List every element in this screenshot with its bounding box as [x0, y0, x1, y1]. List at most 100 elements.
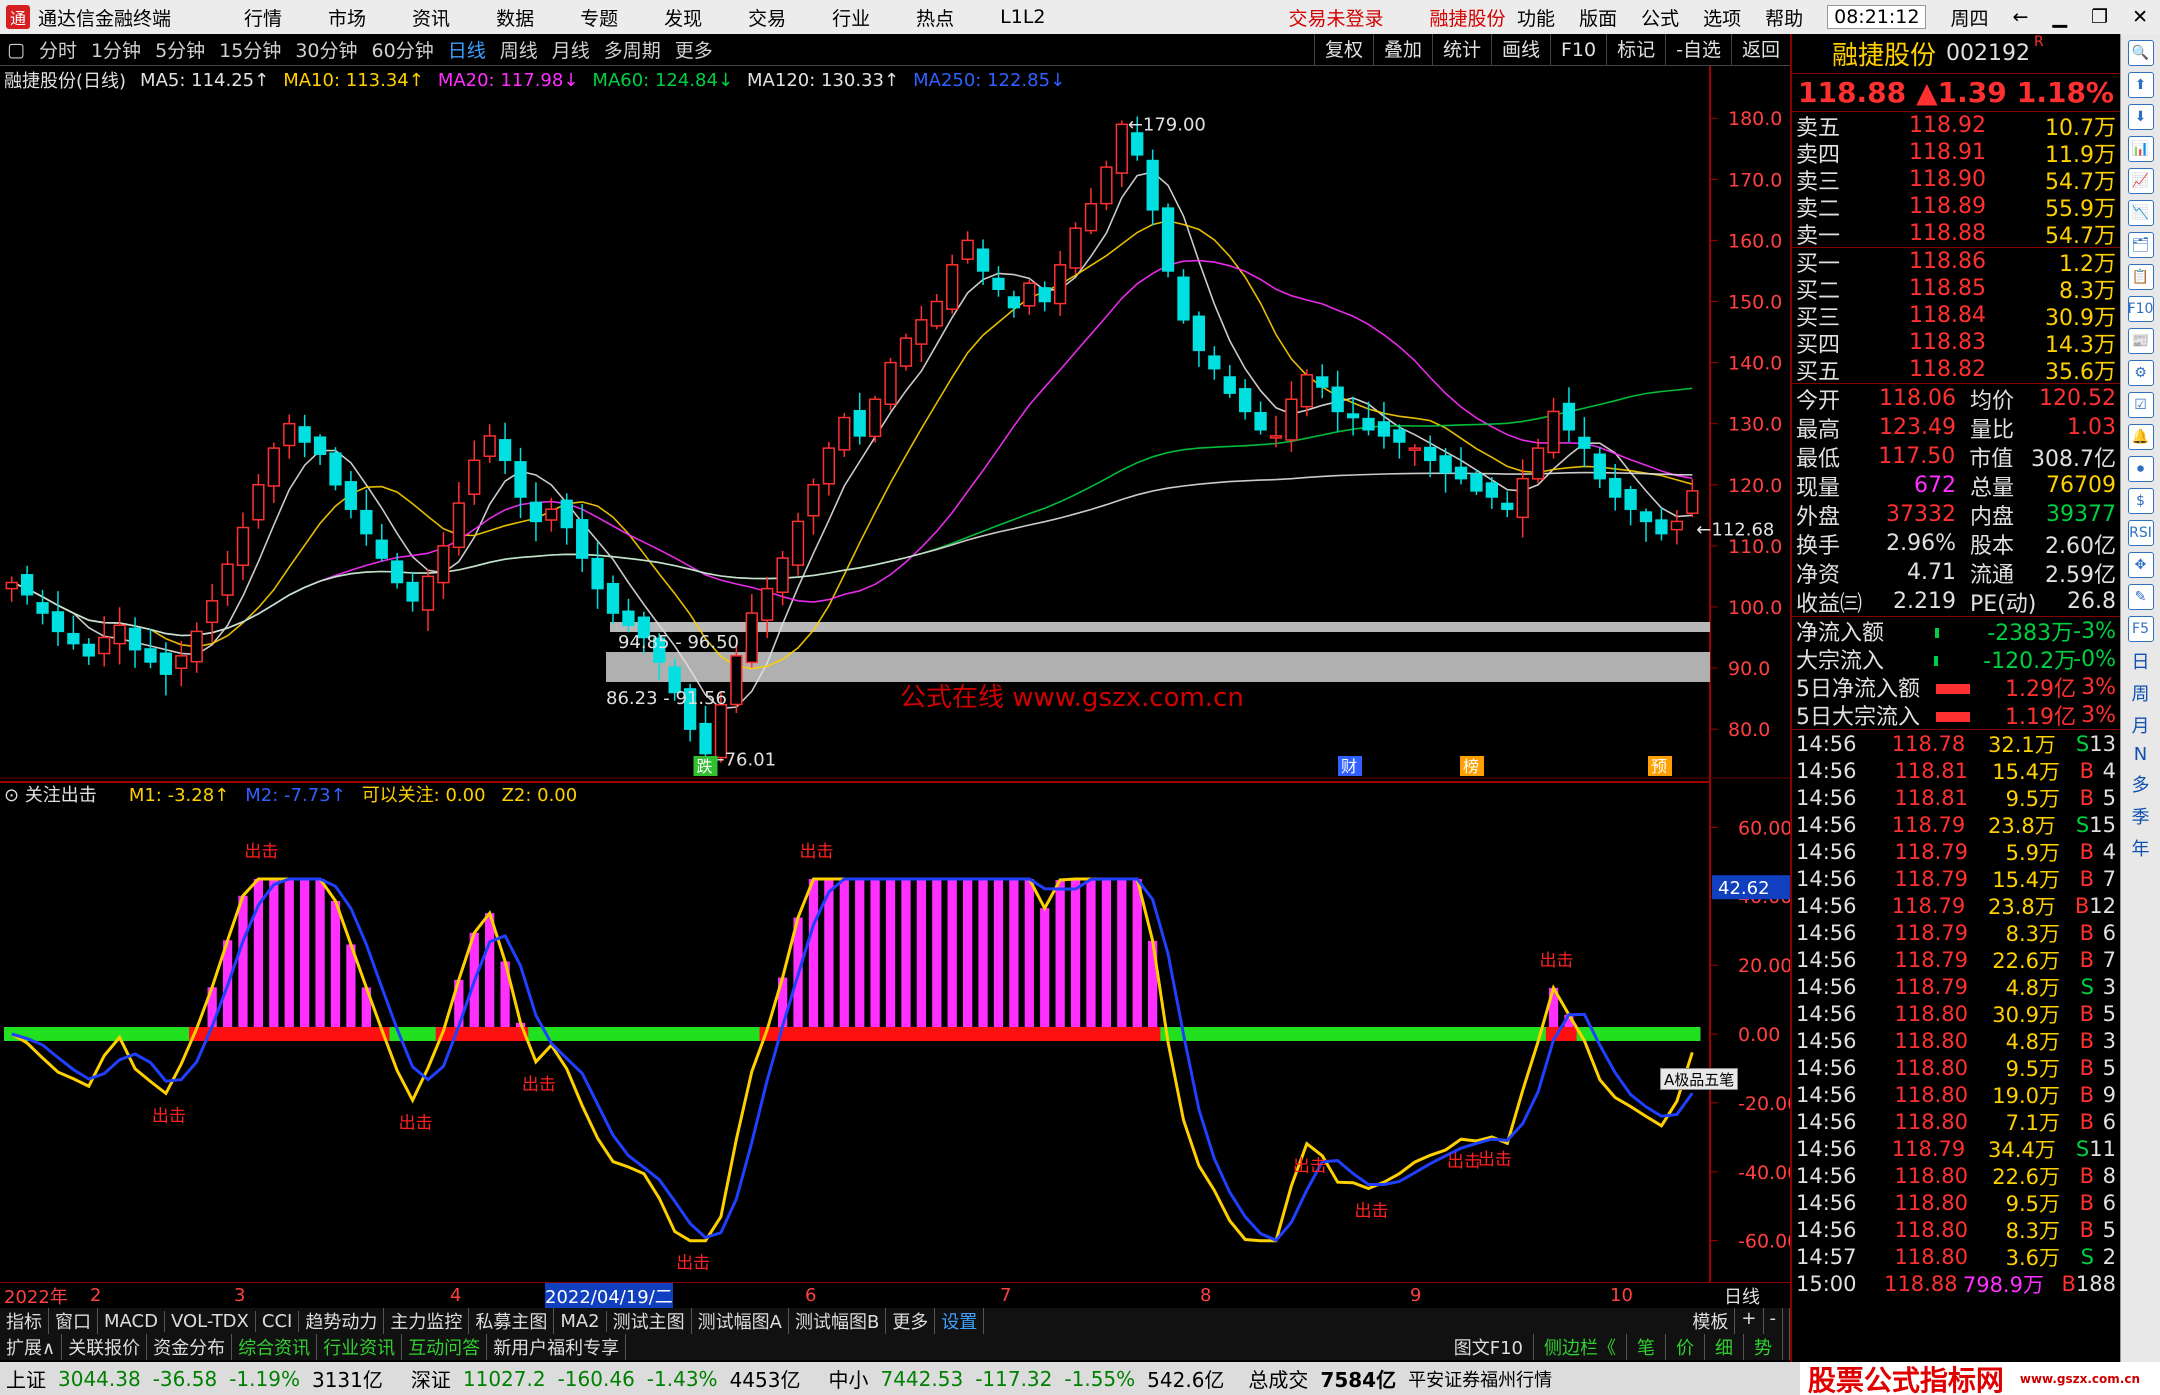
side-icon-0[interactable]: 🔍: [2127, 40, 2154, 66]
back-icon[interactable]: ←: [2012, 6, 2028, 28]
diejia-button[interactable]: 叠加: [1372, 34, 1432, 65]
tab-9[interactable]: 测试主图: [607, 1308, 692, 1334]
side-period-6[interactable]: 年: [2121, 835, 2160, 861]
period-30min[interactable]: 30分钟: [288, 36, 364, 63]
tab-5[interactable]: 趋势动力: [299, 1308, 385, 1334]
menu-gongneng[interactable]: 功能: [1517, 4, 1555, 31]
menu-bangzhu[interactable]: 帮助: [1765, 4, 1803, 31]
tab-6[interactable]: 主力监控: [384, 1308, 470, 1334]
period-more[interactable]: 更多: [668, 36, 720, 63]
ext-tab-0[interactable]: 扩展∧: [0, 1334, 63, 1360]
menu-shichang[interactable]: 市场: [328, 4, 366, 31]
huaxian-button[interactable]: 画线: [1490, 34, 1550, 65]
tab-7[interactable]: 私募主图: [469, 1308, 555, 1334]
event-marker[interactable]: 跌: [697, 757, 713, 776]
tab-8[interactable]: MA2: [554, 1310, 607, 1332]
side-icon-14[interactable]: $: [2127, 488, 2154, 514]
ext-right-1[interactable]: 侧边栏《: [1534, 1334, 1627, 1360]
ext-tab-1[interactable]: 关联报价: [62, 1334, 148, 1360]
menu-l1l2[interactable]: L1L2: [1000, 6, 1045, 28]
menu-shuju[interactable]: 数据: [496, 4, 534, 31]
tab-11[interactable]: 测试幅图B: [789, 1308, 887, 1334]
fanhui-button[interactable]: 返回: [1730, 34, 1790, 65]
side-icon-12[interactable]: 🔔: [2127, 424, 2154, 450]
ext-tab-2[interactable]: 资金分布: [147, 1334, 233, 1360]
ext-tab-5[interactable]: 互动问答: [402, 1334, 488, 1360]
tab-2[interactable]: MACD: [98, 1310, 165, 1332]
side-icon-11[interactable]: ☑: [2127, 392, 2154, 418]
side-period-4[interactable]: 多: [2121, 771, 2160, 797]
menu-redian[interactable]: 热点: [916, 4, 954, 31]
period-monthly[interactable]: 月线: [545, 36, 597, 63]
ext-right-4[interactable]: 细: [1705, 1334, 1744, 1360]
period-5min[interactable]: 5分钟: [148, 36, 212, 63]
tongji-button[interactable]: 统计: [1431, 34, 1491, 65]
menu-toggle-icon[interactable]: ▢: [0, 39, 32, 61]
ext-tab-6[interactable]: 新用户福利专享: [487, 1334, 627, 1360]
kline-chart[interactable]: 180.0170.0160.0150.0140.0130.0120.0110.0…: [0, 66, 1790, 1282]
event-marker[interactable]: 榜: [1463, 757, 1479, 776]
biaoji-button[interactable]: 标记: [1606, 34, 1665, 65]
trade-login-status[interactable]: 交易未登录: [1289, 4, 1384, 31]
menu-banmian[interactable]: 版面: [1579, 4, 1617, 31]
side-icon-17[interactable]: ✎: [2127, 584, 2154, 610]
menu-faxian[interactable]: 发现: [664, 4, 702, 31]
tab-0[interactable]: 指标: [0, 1308, 49, 1334]
event-marker[interactable]: 预: [1651, 757, 1667, 776]
side-icon-6[interactable]: 🗂: [2127, 232, 2154, 258]
fuquan-button[interactable]: 复权: [1313, 34, 1373, 65]
menu-xuanxiang[interactable]: 选项: [1703, 4, 1741, 31]
tab-12[interactable]: 更多: [886, 1308, 936, 1334]
side-icon-3[interactable]: 📊: [2127, 136, 2154, 162]
ime-float-button[interactable]: A极品五笔: [1660, 1068, 1739, 1090]
event-marker[interactable]: 财: [1341, 757, 1357, 776]
tab-1[interactable]: 窗口: [49, 1308, 98, 1334]
f10-button[interactable]: F10: [1550, 34, 1606, 65]
side-period-0[interactable]: 日: [2121, 648, 2160, 674]
period-weekly[interactable]: 周线: [493, 36, 545, 63]
menu-jiaoyi[interactable]: 交易: [748, 4, 786, 31]
ext-tab-3[interactable]: 综合资讯: [232, 1334, 318, 1360]
minimize-icon[interactable]: ▁: [2052, 6, 2067, 28]
side-icon-9[interactable]: 📰: [2127, 328, 2154, 354]
side-period-1[interactable]: 周: [2121, 680, 2160, 706]
menu-zixun[interactable]: 资讯: [412, 4, 450, 31]
menu-hangye[interactable]: 行业: [832, 4, 870, 31]
side-period-3[interactable]: N: [2121, 744, 2160, 765]
side-icon-8[interactable]: F10: [2127, 296, 2154, 322]
tab-right-2[interactable]: -: [1764, 1308, 1783, 1334]
period-fenshi[interactable]: 分时: [32, 36, 84, 63]
restore-icon[interactable]: ❐: [2091, 6, 2108, 28]
tab-right-1[interactable]: +: [1735, 1308, 1764, 1334]
side-icon-18[interactable]: F5: [2127, 616, 2154, 642]
period-daily[interactable]: 日线: [441, 36, 493, 63]
zixuan-button[interactable]: -自选: [1665, 34, 1731, 65]
side-icon-2[interactable]: ⬇: [2127, 104, 2154, 130]
tab-4[interactable]: CCI: [256, 1310, 300, 1332]
stock-link[interactable]: 融捷股份: [1430, 4, 1506, 31]
side-icon-4[interactable]: 📈: [2127, 168, 2154, 194]
period-multi[interactable]: 多周期: [597, 36, 668, 63]
ext-right-0[interactable]: 图文F10: [1444, 1334, 1534, 1360]
side-period-5[interactable]: 季: [2121, 803, 2160, 829]
ext-right-5[interactable]: 势: [1744, 1334, 1783, 1360]
ext-right-3[interactable]: 价: [1666, 1334, 1705, 1360]
tab-10[interactable]: 测试幅图A: [692, 1308, 789, 1334]
close-icon[interactable]: ✕: [2132, 6, 2148, 28]
menu-zhuanti[interactable]: 专题: [580, 4, 618, 31]
side-icon-13[interactable]: ⏺: [2127, 456, 2154, 482]
tab-right-0[interactable]: 模板: [1686, 1308, 1736, 1334]
period-60min[interactable]: 60分钟: [365, 36, 441, 63]
period-15min[interactable]: 15分钟: [212, 36, 288, 63]
ext-tab-4[interactable]: 行业资讯: [317, 1334, 403, 1360]
side-period-2[interactable]: 月: [2121, 712, 2160, 738]
side-icon-1[interactable]: ⬆: [2127, 72, 2154, 98]
side-icon-10[interactable]: ⚙: [2127, 360, 2154, 386]
side-icon-7[interactable]: 📋: [2127, 264, 2154, 290]
period-1min[interactable]: 1分钟: [84, 36, 148, 63]
indicator-title[interactable]: ⊙ 关注出击: [4, 781, 113, 807]
tab-3[interactable]: VOL-TDX: [165, 1310, 256, 1332]
side-icon-15[interactable]: RSI: [2127, 520, 2154, 546]
menu-gongshi[interactable]: 公式: [1641, 4, 1679, 31]
menu-hangqing[interactable]: 行情: [244, 4, 282, 31]
